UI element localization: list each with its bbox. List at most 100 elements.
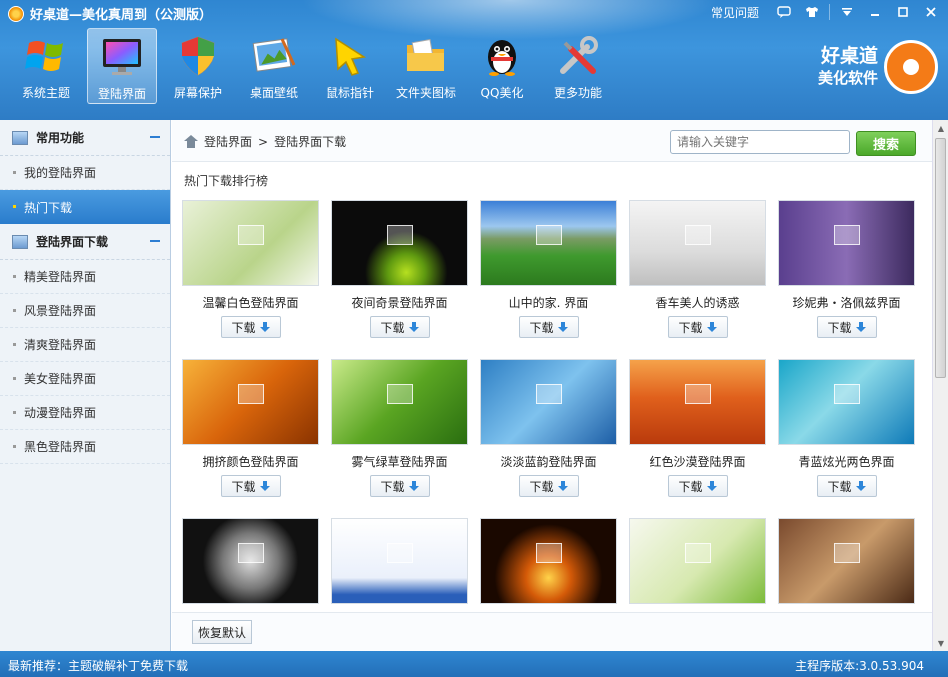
theme-title: 红色沙漠登陆界面 <box>649 455 746 469</box>
tool-login-screen[interactable]: 登陆界面 <box>87 28 157 104</box>
wallpaper-icon <box>252 34 296 78</box>
sidebar-item-exquisite[interactable]: 精美登陆界面 <box>0 260 170 294</box>
divider <box>829 4 830 20</box>
tool-label: 鼠标指针 <box>325 86 374 100</box>
download-button[interactable]: 下载 <box>369 316 430 338</box>
main-toolbar: 系统主题 登陆界面 屏幕保护 桌面壁纸 鼠标指针 文件夹图标 QQ美化 更多功能 <box>8 28 616 104</box>
download-button[interactable]: 下载 <box>667 316 728 338</box>
theme-card: 雾气绿草登陆界面下载 <box>327 355 472 497</box>
menu-dropdown-icon[interactable] <box>834 2 860 22</box>
theme-card: 淡淡蓝韵登陆界面下载 <box>476 355 621 497</box>
vertical-scrollbar[interactable]: ▲ ▼ <box>932 120 948 651</box>
download-arrow-icon <box>259 481 270 491</box>
scroll-down-icon[interactable]: ▼ <box>933 635 948 651</box>
download-button[interactable]: 下载 <box>667 475 728 497</box>
download-label: 下载 <box>529 320 554 335</box>
tool-folder-icon[interactable]: 文件夹图标 <box>388 28 464 104</box>
theme-thumbnail[interactable] <box>629 200 766 286</box>
theme-title: 淡淡蓝韵登陆界面 <box>500 455 597 469</box>
tool-system-theme[interactable]: 系统主题 <box>8 28 84 104</box>
faq-link[interactable]: 常见问题 <box>711 4 759 21</box>
tool-mouse-cursor[interactable]: 鼠标指针 <box>312 28 388 104</box>
tool-qq-beautify[interactable]: QQ美化 <box>464 28 540 104</box>
monitor-icon <box>100 35 144 79</box>
theme-card: 拥挤颜色登陆界面 下载 <box>178 355 323 497</box>
theme-thumbnail[interactable] <box>182 518 319 604</box>
theme-card: 山中的家. 界面 下载 <box>476 196 621 338</box>
theme-card: 夜间奇景登陆界面 下载 <box>327 196 472 338</box>
login-avatar-box <box>833 383 860 404</box>
tool-screensaver[interactable]: 屏幕保护 <box>160 28 236 104</box>
login-avatar-box <box>684 383 711 404</box>
tool-label: 系统主题 <box>21 86 70 100</box>
qq-penguin-icon <box>480 34 524 78</box>
theme-card <box>178 514 323 608</box>
download-button[interactable]: 下载 <box>220 475 281 497</box>
restore-default-button[interactable]: 恢复默认 <box>192 620 252 644</box>
download-arrow-icon <box>557 322 568 332</box>
sidebar-item-black[interactable]: 黑色登陆界面 <box>0 430 170 464</box>
theme-thumbnail[interactable] <box>778 200 915 286</box>
collapse-icon[interactable] <box>150 240 160 242</box>
skin-shirt-icon[interactable] <box>799 2 825 22</box>
sidebar-item-scenery[interactable]: 风景登陆界面 <box>0 294 170 328</box>
theme-thumbnail[interactable] <box>629 518 766 604</box>
tool-wallpaper[interactable]: 桌面壁纸 <box>236 28 312 104</box>
breadcrumb-root[interactable]: 登陆界面 <box>204 133 252 150</box>
theme-thumbnail[interactable] <box>331 359 468 445</box>
download-arrow-icon <box>855 481 866 491</box>
app-title-text: 好桌道—美化真周到（公测版） <box>30 8 213 23</box>
theme-title: 雾气绿草登陆界面 <box>351 455 448 469</box>
search-button[interactable]: 搜索 <box>856 131 916 156</box>
theme-thumbnail[interactable] <box>778 518 915 604</box>
sidebar-item-beauty[interactable]: 美女登陆界面 <box>0 362 170 396</box>
theme-thumbnail[interactable] <box>182 359 319 445</box>
tool-label: 桌面壁纸 <box>249 86 298 100</box>
theme-thumbnail[interactable] <box>182 200 319 286</box>
close-icon[interactable] <box>918 2 944 22</box>
collapse-icon[interactable] <box>150 136 160 138</box>
tool-more-features[interactable]: 更多功能 <box>540 28 616 104</box>
scroll-up-icon[interactable]: ▲ <box>933 120 948 136</box>
sidebar-item-my-login[interactable]: 我的登陆界面 <box>0 156 170 190</box>
windows-logo-icon <box>24 34 68 78</box>
sidebar-section-common[interactable]: 常用功能 <box>0 120 170 156</box>
sidebar-section-login-download[interactable]: 登陆界面下载 <box>0 224 170 260</box>
download-button[interactable]: 下载 <box>816 475 877 497</box>
maximize-icon[interactable] <box>890 2 916 22</box>
theme-thumbnail[interactable] <box>778 359 915 445</box>
theme-title: 青蓝炫光两色界面 <box>798 455 895 469</box>
theme-thumbnail[interactable] <box>480 518 617 604</box>
theme-thumbnail[interactable] <box>480 200 617 286</box>
scrollbar-thumb[interactable] <box>935 138 946 378</box>
theme-thumbnail[interactable] <box>331 200 468 286</box>
header-bar: 好桌道—美化真周到（公测版） 常见问题 系统主题 登陆界面 屏幕保护 桌面壁纸 … <box>0 0 948 120</box>
theme-title: 香车美人的诱惑 <box>655 296 740 310</box>
download-button[interactable]: 下载 <box>518 475 579 497</box>
download-button[interactable]: 下载 <box>220 316 281 338</box>
sidebar-item-fresh[interactable]: 清爽登陆界面 <box>0 328 170 362</box>
login-avatar-box <box>386 383 413 404</box>
login-avatar-box <box>237 383 264 404</box>
brand-line2: 美化软件 <box>817 69 878 87</box>
monitor-small-icon <box>12 234 28 249</box>
download-button[interactable]: 下载 <box>369 475 430 497</box>
download-arrow-icon <box>408 481 419 491</box>
left-sidebar: 常用功能 我的登陆界面 热门下载 登陆界面下载 精美登陆界面 风景登陆界面 清爽… <box>0 120 171 651</box>
search-input[interactable] <box>670 130 850 154</box>
theme-thumbnail[interactable] <box>629 359 766 445</box>
latest-recommend-link[interactable]: 最新推荐：主题破解补丁免费下载 <box>8 657 188 674</box>
download-button[interactable]: 下载 <box>518 316 579 338</box>
theme-thumbnail[interactable] <box>331 518 468 604</box>
home-icon[interactable] <box>184 135 198 148</box>
breadcrumb-separator: > <box>258 134 269 149</box>
theme-thumbnail[interactable] <box>480 359 617 445</box>
download-button[interactable]: 下载 <box>816 316 877 338</box>
minimize-icon[interactable] <box>862 2 888 22</box>
cursor-icon <box>328 34 372 78</box>
sidebar-item-hot-download[interactable]: 热门下载 <box>0 190 170 224</box>
chat-icon[interactable] <box>771 2 797 22</box>
tool-label: QQ美化 <box>480 86 524 100</box>
sidebar-item-anime[interactable]: 动漫登陆界面 <box>0 396 170 430</box>
theme-grid: 温馨白色登陆界面 下载 夜间奇景登陆界面 下载 山中的家. 界面 下载 香车美人的诱惑 下载珍… <box>178 196 922 608</box>
